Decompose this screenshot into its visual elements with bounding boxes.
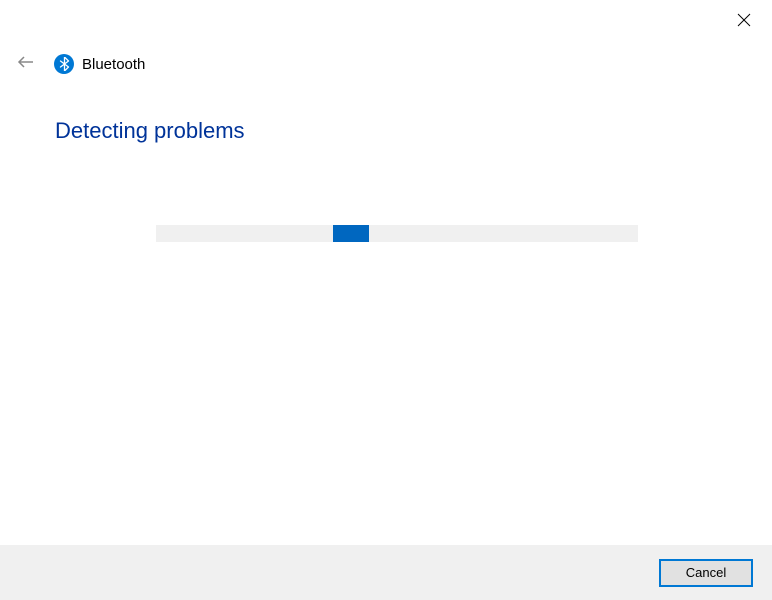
header: Bluetooth (16, 54, 145, 74)
cancel-button-label: Cancel (686, 565, 726, 580)
back-button[interactable] (16, 54, 36, 74)
progress-bar (156, 225, 638, 242)
back-arrow-icon (17, 53, 35, 76)
close-button[interactable] (734, 12, 754, 32)
page-title: Bluetooth (82, 56, 145, 73)
cancel-button[interactable]: Cancel (660, 560, 752, 586)
footer: Cancel (0, 545, 772, 600)
progress-indicator (333, 225, 369, 242)
bluetooth-icon (54, 54, 74, 74)
status-heading: Detecting problems (55, 118, 245, 144)
close-icon (737, 13, 751, 32)
